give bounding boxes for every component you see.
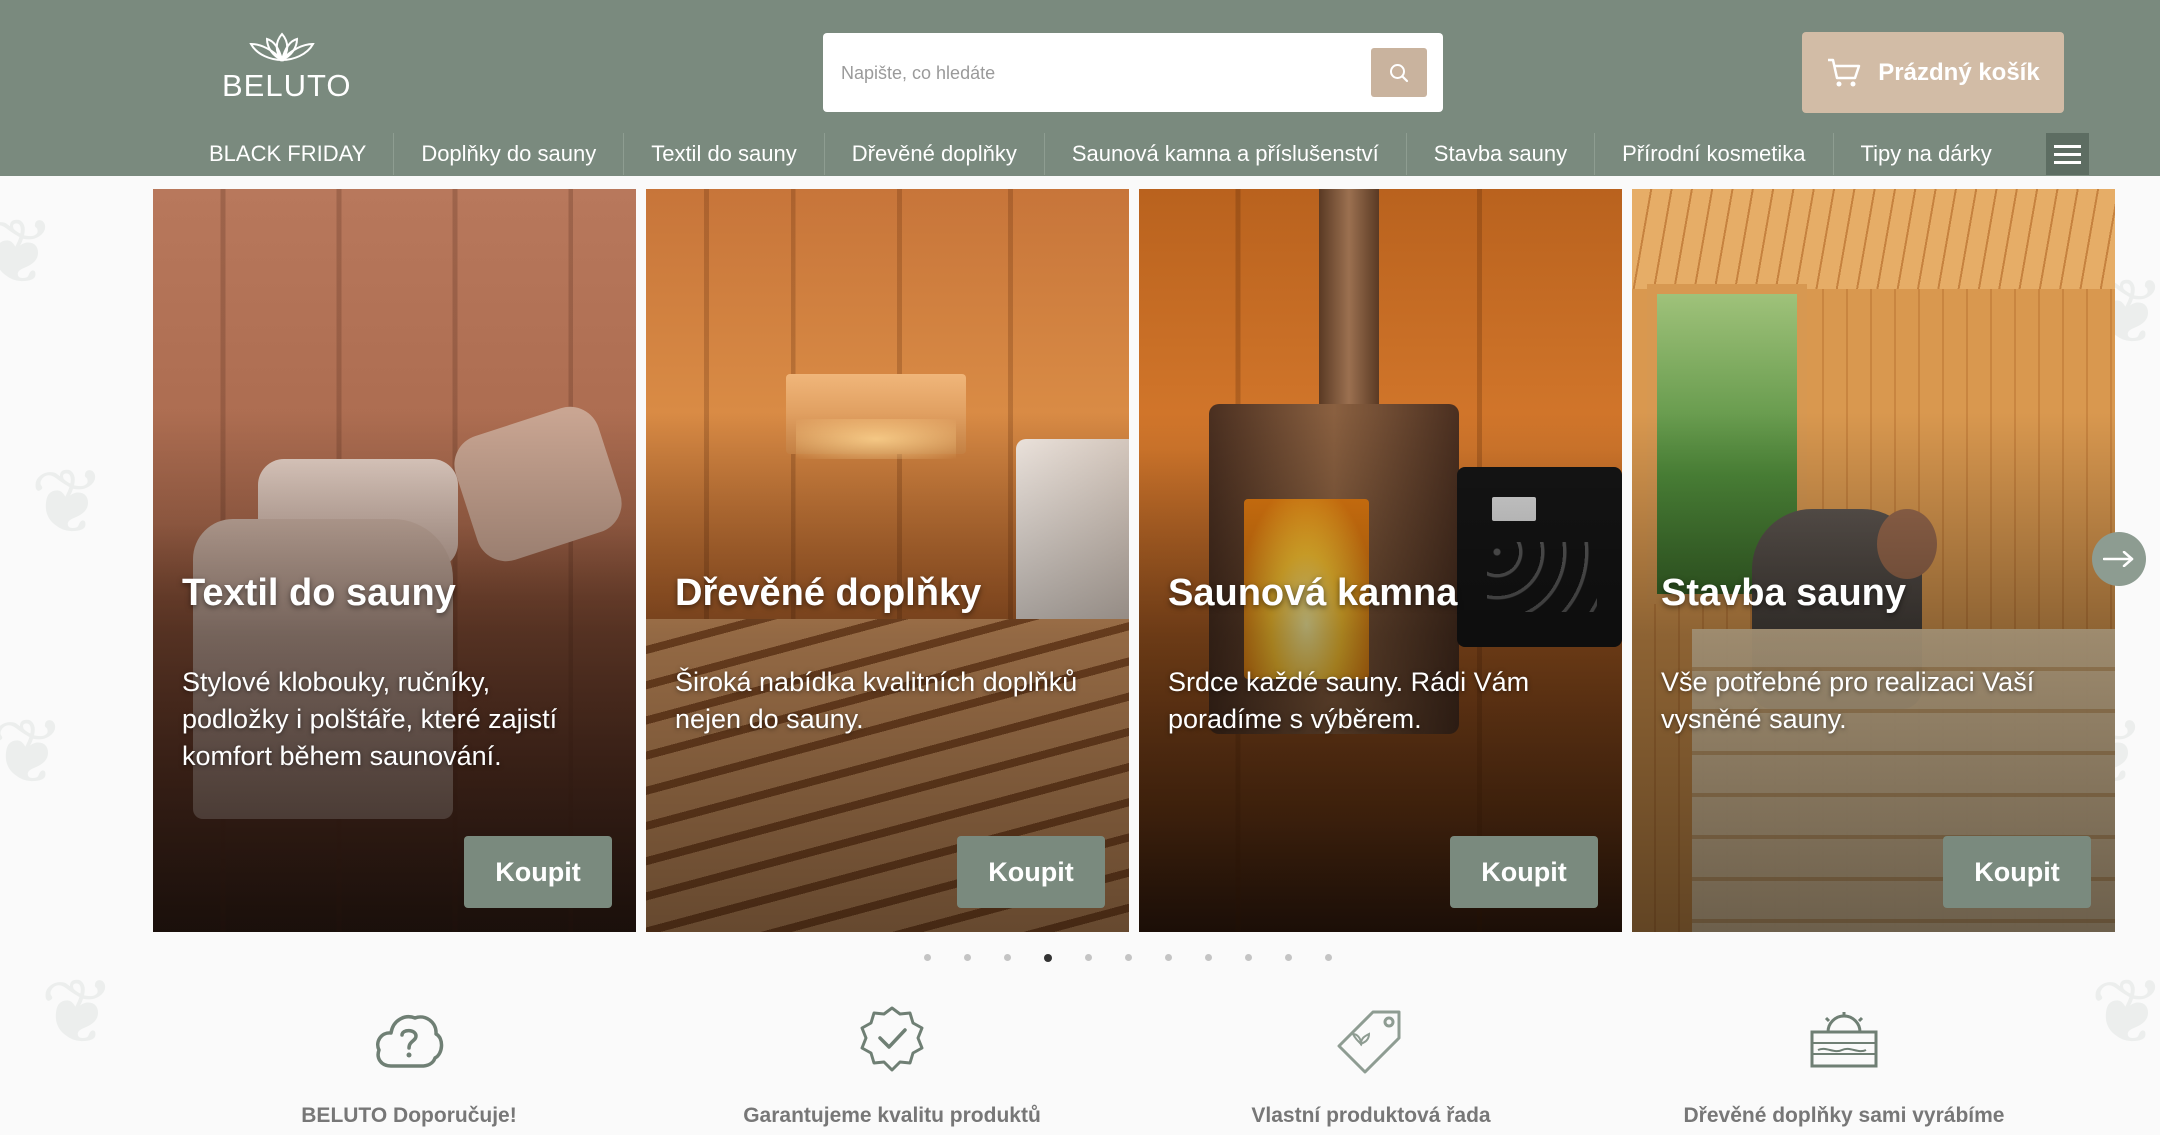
logo[interactable]: BELUTO	[222, 30, 352, 104]
logo-text: BELUTO	[222, 68, 352, 103]
search-button[interactable]	[1371, 48, 1427, 97]
background-leaf-decoration: ❦	[2090, 963, 2160, 1063]
buy-button[interactable]: Koupit	[1450, 836, 1598, 908]
feature-wood-made: Dřevěné doplňky sami vyrábíme	[1664, 1000, 2024, 1128]
slider-dot[interactable]	[1085, 954, 1092, 961]
quality-badge-icon	[860, 1006, 924, 1072]
search-input[interactable]	[841, 55, 1341, 91]
nav-item-gift-tips[interactable]: Tipy na dárky	[1834, 133, 2019, 175]
slide-title: Stavba sauny	[1661, 572, 1906, 614]
menu-hamburger-icon[interactable]	[2046, 133, 2089, 175]
lotus-logo-icon	[249, 32, 315, 62]
buy-button[interactable]: Koupit	[957, 836, 1105, 908]
slide-shade	[646, 189, 1129, 932]
slide-textile[interactable]: Textil do sauny Stylové klobouky, ručník…	[153, 189, 636, 932]
slide-shade	[1632, 189, 2115, 932]
question-cloud-icon	[376, 1015, 444, 1068]
cart-button[interactable]: Prázdný košík	[1802, 32, 2064, 113]
background-leaf-decoration: ❦	[0, 703, 66, 803]
search-bar	[823, 33, 1443, 112]
slide-text: Stylové klobouky, ručníky, podložky i po…	[182, 667, 558, 771]
nav-item-sauna-building[interactable]: Stavba sauny	[1407, 133, 1596, 175]
slider-dot[interactable]	[1205, 954, 1212, 961]
slide-title: Dřevěné doplňky	[675, 572, 982, 614]
slider-next-arrow-icon[interactable]	[2092, 532, 2146, 586]
slide-text: Srdce každé sauny. Rádi Vám poradíme s v…	[1168, 667, 1530, 734]
background-leaf-decoration: ❦	[30, 453, 106, 553]
slider-dot[interactable]	[1325, 954, 1332, 961]
feature-label: Dřevěné doplňky sami vyrábíme	[1683, 1104, 2005, 1127]
slide-text: Vše potřebné pro realizaci Vaší vysněné …	[1661, 667, 2035, 734]
feature-quality: Garantujeme kvalitu produktů	[712, 1000, 1072, 1128]
cart-icon	[1828, 58, 1861, 86]
cart-label: Prázdný košík	[1878, 58, 2040, 86]
slide-shade	[153, 189, 636, 932]
slide-title: Saunová kamna	[1168, 572, 1458, 614]
sauna-wood-icon	[1810, 1012, 1878, 1068]
buy-button[interactable]: Koupit	[1943, 836, 2091, 908]
site-header: BELUTO Prázdný košík BLACK FRIDAY Doplňk…	[0, 0, 2160, 176]
nav-item-sauna-textile[interactable]: Textil do sauny	[624, 133, 825, 175]
slider-dot[interactable]	[1125, 954, 1132, 961]
slider-dot[interactable]	[1245, 954, 1252, 961]
slide-text: Široká nabídka kvalitních doplňků nejen …	[675, 667, 1078, 734]
feature-own-line: Vlastní produktová řada	[1191, 1000, 1551, 1128]
nav-item-sauna-accessories[interactable]: Doplňky do sauny	[394, 133, 625, 175]
feature-label: BELUTO Doporučuje!	[301, 1104, 517, 1127]
slider-dot[interactable]	[964, 954, 971, 961]
background-leaf-decoration: ❦	[0, 203, 56, 303]
nav-item-black-friday[interactable]: BLACK FRIDAY	[182, 133, 395, 175]
feature-label: Garantujeme kvalitu produktů	[743, 1104, 1041, 1127]
feature-recommends: BELUTO Doporučuje!	[229, 1000, 589, 1128]
slide-wooden-accessories[interactable]: Dřevěné doplňky Široká nabídka kvalitníc…	[646, 189, 1129, 932]
slider-dot[interactable]	[1165, 954, 1172, 961]
slider-dots	[924, 954, 1332, 962]
nav-item-natural-cosmetics[interactable]: Přírodní kosmetika	[1595, 133, 1834, 175]
background-leaf-decoration: ❦	[40, 963, 116, 1063]
slide-sauna-building[interactable]: Stavba sauny Vše potřebné pro realizaci …	[1632, 189, 2115, 932]
slide-shade	[1139, 189, 1622, 932]
slider-dot[interactable]	[1285, 954, 1292, 961]
main-nav: BLACK FRIDAY Doplňky do sauny Textil do …	[182, 133, 2019, 175]
slide-sauna-stoves[interactable]: Saunová kamna Srdce každé sauny. Rádi Vá…	[1139, 189, 1622, 932]
nav-item-wooden-accessories[interactable]: Dřevěné doplňky	[825, 133, 1045, 175]
slide-title: Textil do sauny	[182, 572, 456, 614]
search-icon	[1390, 63, 1409, 82]
feature-label: Vlastní produktová řada	[1251, 1104, 1491, 1127]
slider-dot[interactable]	[1004, 954, 1011, 961]
slider-dot[interactable]	[924, 954, 931, 961]
tag-icon	[1337, 1010, 1401, 1074]
slider-dot[interactable]	[1044, 954, 1052, 962]
nav-item-sauna-stoves[interactable]: Saunová kamna a příslušenství	[1045, 133, 1407, 175]
buy-button[interactable]: Koupit	[464, 836, 612, 908]
